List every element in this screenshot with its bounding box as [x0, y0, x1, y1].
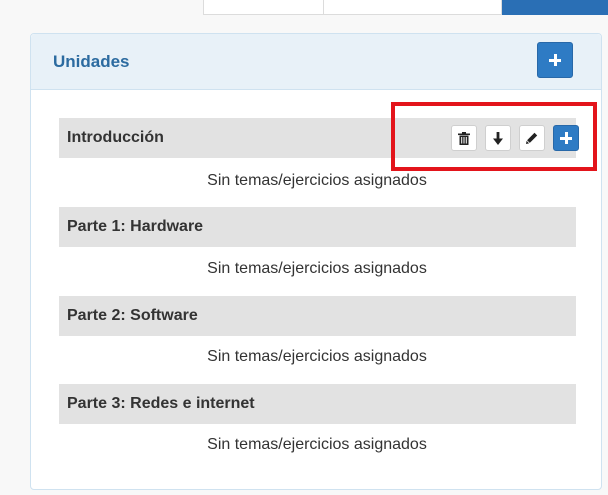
unit-title: Parte 3: Redes e internet: [67, 395, 255, 412]
panel-header: Unidades: [31, 34, 601, 90]
unit-title: Parte 1: Hardware: [67, 218, 204, 235]
add-unit-button[interactable]: [537, 42, 573, 78]
empty-topics-text: Sin temas/ejercicios asignados: [207, 436, 427, 453]
unit-row: Parte 3: Redes e internet: [59, 384, 576, 424]
unit-title: Parte 2: Software: [67, 307, 198, 324]
empty-topics-text: Sin temas/ejercicios asignados: [207, 172, 427, 189]
top-tab-strip: [0, 0, 608, 18]
tab[interactable]: [203, 0, 324, 15]
unit-row: Parte 1: Hardware: [59, 207, 576, 247]
unit-title: Introducción: [67, 129, 164, 146]
empty-topics-text: Sin temas/ejercicios asignados: [207, 348, 427, 365]
empty-topics-text: Sin temas/ejercicios asignados: [207, 260, 427, 277]
highlight-box: [391, 102, 597, 171]
panel-title: Unidades: [53, 52, 130, 71]
plus-icon: [549, 54, 561, 66]
tab[interactable]: [324, 0, 502, 15]
tab-active[interactable]: [502, 0, 608, 15]
unit-row: Parte 2: Software: [59, 296, 576, 336]
